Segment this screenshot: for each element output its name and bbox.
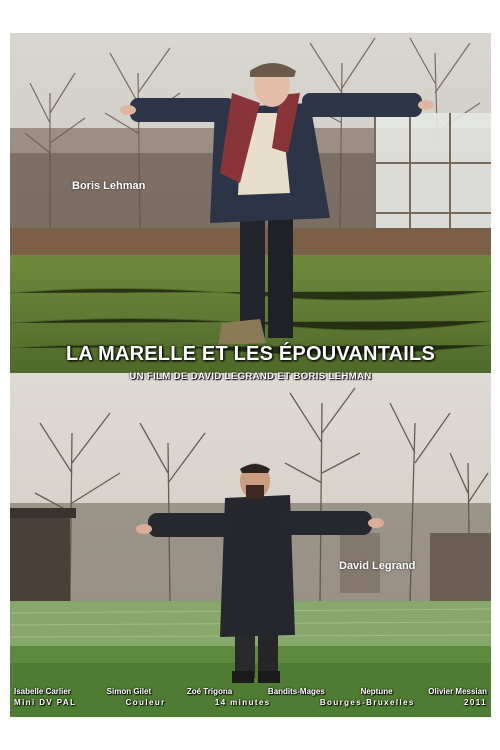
- poster-subtitle: UN FILM DE DAVID LEGRAND ET BORIS LEHMAN: [129, 371, 372, 382]
- bottom-photo: David Legrand: [10, 373, 491, 717]
- tech-item: Bourges-Bruxelles: [319, 698, 415, 707]
- tech-item: Mini DV PAL: [14, 698, 77, 707]
- tech-item: 14 minutes: [214, 698, 271, 707]
- tech-item: 2011: [464, 698, 487, 707]
- tech-item: Couleur: [125, 698, 166, 707]
- cast-line: Isabelle Carlier Simon Gilet Zoé Trigona…: [10, 687, 491, 696]
- tech-line: Mini DV PAL Couleur 14 minutes Bourges-B…: [10, 698, 491, 707]
- top-person-label: Boris Lehman: [72, 180, 146, 192]
- cast-name: Neptune: [360, 687, 393, 696]
- top-photo: Boris Lehman: [10, 33, 491, 373]
- bottom-person-label: David Legrand: [339, 560, 416, 572]
- cast-name: Isabelle Carlier: [14, 687, 71, 696]
- cast-name: Olivier Messian: [428, 687, 487, 696]
- cast-name: Zoé Trigona: [186, 687, 233, 696]
- film-poster: Boris Lehman David Legrand LA MARELLE ET…: [10, 33, 491, 717]
- credits-block: Isabelle Carlier Simon Gilet Zoé Trigona…: [10, 687, 491, 707]
- cast-name: Simon Gilet: [106, 687, 152, 696]
- poster-title: LA MARELLE ET LES ÉPOUVANTAILS: [66, 343, 435, 365]
- title-block: LA MARELLE ET LES ÉPOUVANTAILS UN FILM D…: [10, 343, 491, 382]
- cast-name: Bandits-Mages: [267, 687, 325, 696]
